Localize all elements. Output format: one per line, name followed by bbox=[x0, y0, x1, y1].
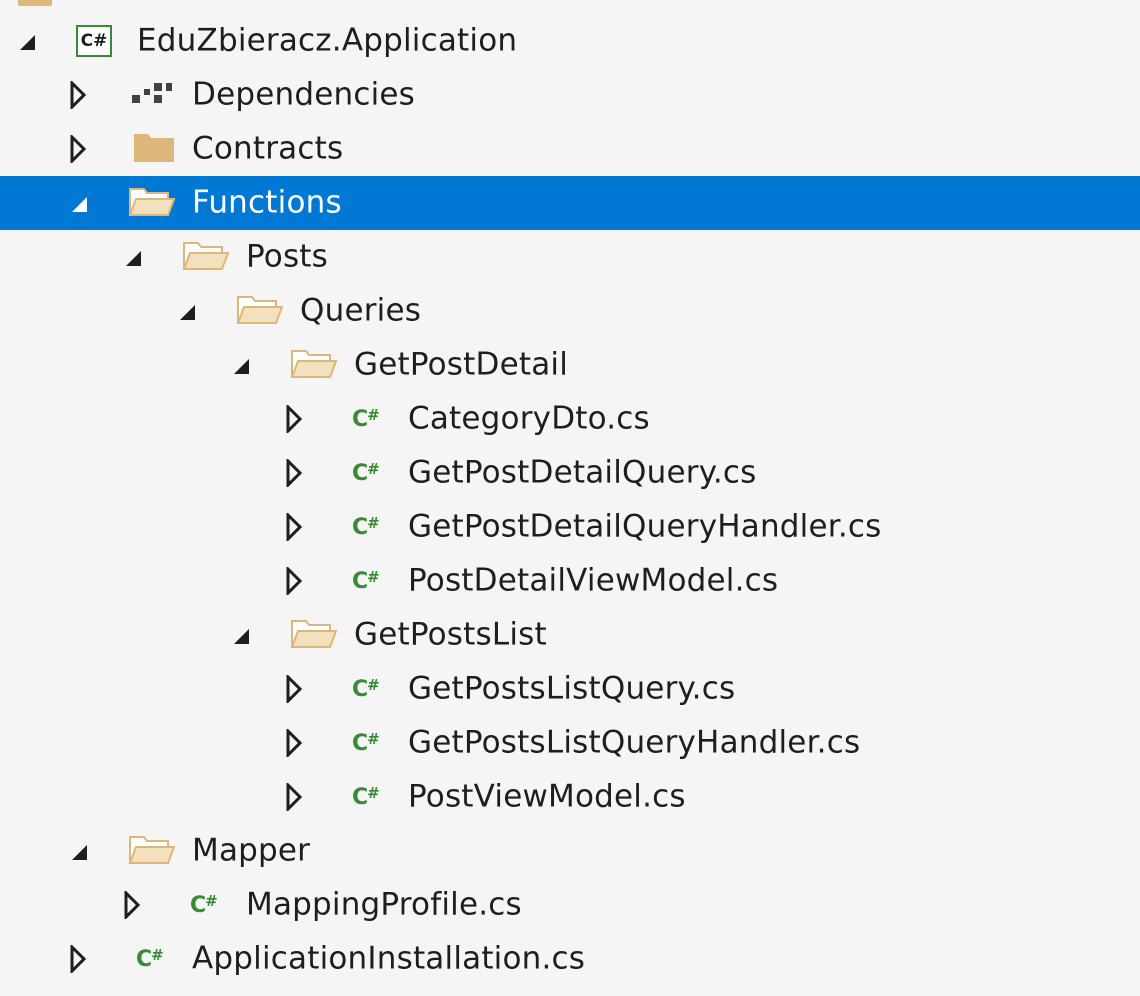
tree-node-label: PostDetailViewModel.cs bbox=[408, 562, 779, 599]
tree-node-label: GetPostsListQuery.cs bbox=[408, 670, 736, 707]
expand-arrow-icon[interactable] bbox=[20, 35, 35, 50]
tree-node-file[interactable]: C# GetPostDetailQueryHandler.cs bbox=[0, 500, 1140, 554]
tree-node-getpostdetail[interactable]: GetPostDetail bbox=[0, 338, 1140, 392]
tree-node-posts[interactable]: Posts bbox=[0, 230, 1140, 284]
tree-node-file[interactable]: C# PostDetailViewModel.cs bbox=[0, 554, 1140, 608]
tree-node-file[interactable]: C# GetPostsListQueryHandler.cs bbox=[0, 716, 1140, 770]
dependencies-icon bbox=[130, 79, 174, 111]
csharp-file-icon: C# bbox=[352, 676, 380, 702]
tree-node-label: CategoryDto.cs bbox=[408, 400, 650, 437]
tree-node-label: GetPostDetailQueryHandler.cs bbox=[408, 508, 882, 545]
expand-arrow-icon[interactable] bbox=[72, 197, 87, 212]
folder-open-icon bbox=[290, 345, 338, 385]
expand-arrow-icon[interactable] bbox=[180, 305, 195, 320]
expand-arrow-icon[interactable] bbox=[234, 629, 249, 644]
partial-parent-row bbox=[0, 0, 1140, 10]
folder-icon bbox=[18, 0, 52, 6]
tree-node-label: EduZbieracz.Application bbox=[137, 22, 518, 59]
tree-node-getpostslist[interactable]: GetPostsList bbox=[0, 608, 1140, 662]
tree-node-mapper[interactable]: Mapper bbox=[0, 824, 1140, 878]
csharp-file-icon: C# bbox=[190, 892, 218, 918]
folder-open-icon bbox=[290, 615, 338, 655]
tree-node-label: GetPostsListQueryHandler.cs bbox=[408, 724, 861, 761]
solution-explorer-tree: C# EduZbieracz.Application Dependencies bbox=[0, 14, 1140, 986]
tree-node-label: GetPostsList bbox=[354, 616, 547, 653]
tree-node-file[interactable]: C# PostViewModel.cs bbox=[0, 770, 1140, 824]
tree-node-label: Functions bbox=[192, 184, 342, 221]
tree-node-dependencies[interactable]: Dependencies bbox=[0, 68, 1140, 122]
tree-node-file[interactable]: C# GetPostDetailQuery.cs bbox=[0, 446, 1140, 500]
tree-node-file[interactable]: C# CategoryDto.cs bbox=[0, 392, 1140, 446]
expand-arrow-icon[interactable] bbox=[234, 359, 249, 374]
csharp-file-icon: C# bbox=[136, 946, 164, 972]
csharp-file-icon: C# bbox=[352, 730, 380, 756]
csharp-file-icon: C# bbox=[352, 568, 380, 594]
tree-node-label: Mapper bbox=[192, 832, 311, 869]
tree-node-label: PostViewModel.cs bbox=[408, 778, 686, 815]
csharp-file-icon: C# bbox=[352, 460, 380, 486]
tree-node-label: Queries bbox=[300, 292, 422, 329]
csharp-file-icon: C# bbox=[352, 514, 380, 540]
tree-node-label: GetPostDetailQuery.cs bbox=[408, 454, 757, 491]
tree-node-queries[interactable]: Queries bbox=[0, 284, 1140, 338]
tree-node-functions[interactable]: Functions bbox=[0, 176, 1140, 230]
tree-node-label: Dependencies bbox=[192, 76, 416, 113]
expand-arrow-icon[interactable] bbox=[72, 845, 87, 860]
tree-node-label: GetPostDetail bbox=[354, 346, 569, 383]
folder-open-icon bbox=[128, 831, 176, 871]
csharp-file-icon: C# bbox=[352, 406, 380, 432]
csharp-file-icon: C# bbox=[352, 784, 380, 810]
tree-node-file[interactable]: C# MappingProfile.cs bbox=[0, 878, 1140, 932]
tree-node-file[interactable]: C# GetPostsListQuery.cs bbox=[0, 662, 1140, 716]
tree-node-label: MappingProfile.cs bbox=[246, 886, 522, 923]
folder-open-icon bbox=[236, 291, 284, 331]
tree-node-label: Contracts bbox=[192, 130, 344, 167]
tree-node-file[interactable]: C# ApplicationInstallation.cs bbox=[0, 932, 1140, 986]
folder-open-icon bbox=[128, 183, 176, 223]
folder-closed-icon bbox=[132, 130, 176, 168]
folder-open-icon bbox=[182, 237, 230, 277]
tree-node-label: Posts bbox=[246, 238, 329, 275]
expand-arrow-icon[interactable] bbox=[126, 251, 141, 266]
tree-node-label: ApplicationInstallation.cs bbox=[192, 940, 586, 977]
tree-node-project[interactable]: C# EduZbieracz.Application bbox=[0, 14, 1140, 68]
tree-node-contracts[interactable]: Contracts bbox=[0, 122, 1140, 176]
csharp-project-icon: C# bbox=[76, 25, 112, 57]
